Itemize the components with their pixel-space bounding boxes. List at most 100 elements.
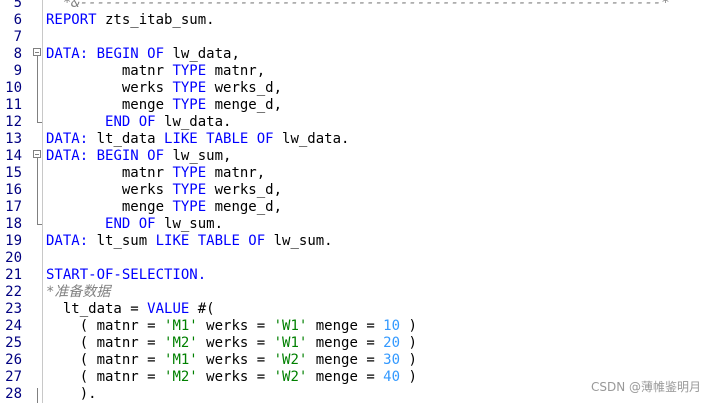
line-number: 14	[5, 148, 22, 164]
line-number: 11	[5, 97, 22, 113]
token-kw: TYPE	[172, 199, 207, 215]
code-editor[interactable]: 5 *&------------------------------------…	[0, 0, 711, 403]
code-line[interactable]: 23 lt_data = VALUE #(	[0, 301, 711, 318]
token-text: ( matnr =	[46, 352, 165, 368]
line-number: 28	[5, 386, 22, 402]
code-line[interactable]: 26 ( matnr = 'M1' werks = 'W2' menge = 3…	[0, 352, 711, 369]
watermark: CSDN @薄帷鉴明月	[590, 380, 701, 394]
token-text: werks =	[197, 318, 274, 334]
token-text: lw_sum.	[155, 216, 224, 232]
token-text: lw_sum,	[164, 148, 232, 164]
code-text: DATA: lt_sum LIKE TABLE OF lw_sum.	[46, 233, 333, 250]
line-number: 18	[5, 216, 22, 232]
line-number: 6	[13, 12, 22, 28]
code-text: END OF lw_sum.	[46, 216, 223, 233]
line-number: 22	[5, 284, 22, 300]
token-text: lw_data.	[273, 131, 350, 147]
token-num: 20	[383, 335, 401, 351]
code-text: ( matnr = 'M2' werks = 'W2' menge = 40 )	[46, 369, 417, 386]
line-number: 20	[5, 250, 22, 266]
token-text: menge =	[307, 369, 384, 385]
token-kw: DATA:	[46, 131, 89, 147]
token-str: 'M2'	[164, 335, 198, 351]
token-text: menge	[46, 199, 173, 215]
token-cmt: *&--------------------------------------…	[46, 0, 670, 11]
code-line[interactable]: 22 *准备数据	[0, 284, 711, 301]
token-text: lt_sum	[88, 233, 156, 249]
token-kw: BEGIN OF	[96, 46, 165, 62]
fold-toggle-icon[interactable]	[33, 150, 41, 158]
code-text: *准备数据	[46, 284, 110, 301]
code-line[interactable]: 9 matnr TYPE matnr,	[0, 63, 711, 80]
token-kw: TYPE	[172, 80, 207, 96]
code-text: ( matnr = 'M2' werks = 'W1' menge = 20 )	[46, 335, 417, 352]
line-number: 25	[5, 335, 22, 351]
token-kw: START-OF-SELECTION.	[46, 267, 207, 283]
code-text: DATA: lt_data LIKE TABLE OF lw_data.	[46, 131, 349, 148]
token-str: 'M2'	[164, 369, 198, 385]
fold-toggle-icon[interactable]	[33, 48, 41, 56]
code-text: werks TYPE werks_d,	[46, 80, 282, 97]
code-line[interactable]: 17 menge TYPE menge_d,	[0, 199, 711, 216]
fold-guide	[37, 388, 38, 403]
token-kw: LIKE TABLE OF	[155, 233, 266, 249]
token-text: ( matnr =	[46, 369, 165, 385]
code-line[interactable]: 7	[0, 29, 711, 46]
line-number: 7	[13, 29, 22, 45]
code-text: lt_data = VALUE #(	[46, 301, 215, 318]
token-kw: DATA:	[46, 233, 89, 249]
code-line[interactable]: 20	[0, 250, 711, 267]
token-text: )	[400, 318, 417, 334]
fold-guide	[37, 158, 38, 224]
code-text: matnr TYPE matnr,	[46, 165, 265, 182]
token-str: 'W2'	[273, 352, 308, 368]
token-text: )	[400, 335, 417, 351]
line-number: 17	[5, 199, 22, 215]
token-text: menge =	[307, 318, 384, 334]
token-str: 'M1'	[164, 318, 198, 334]
code-line[interactable]: 6 REPORT zts_itab_sum.	[0, 12, 711, 29]
code-line[interactable]: 11 menge TYPE menge_d,	[0, 97, 711, 114]
token-kw: TYPE	[172, 97, 207, 113]
code-text: REPORT zts_itab_sum.	[46, 12, 215, 29]
token-num: 10	[383, 318, 401, 334]
code-line[interactable]: 25 ( matnr = 'M2' werks = 'W1' menge = 2…	[0, 335, 711, 352]
code-line[interactable]: 13 DATA: lt_data LIKE TABLE OF lw_data.	[0, 131, 711, 148]
code-line[interactable]: 15 matnr TYPE matnr,	[0, 165, 711, 182]
token-text: menge =	[307, 352, 384, 368]
code-line[interactable]: 8 DATA: BEGIN OF lw_data,	[0, 46, 711, 63]
line-number: 10	[5, 80, 22, 96]
token-text: lw_sum.	[265, 233, 333, 249]
token-text: menge	[46, 97, 173, 113]
token-text: menge =	[307, 335, 384, 351]
code-text: matnr TYPE matnr,	[46, 63, 265, 80]
code-line[interactable]: 12 END OF lw_data.	[0, 114, 711, 131]
fold-guide	[37, 56, 38, 122]
code-text: DATA: BEGIN OF lw_sum,	[46, 148, 231, 165]
token-num: 30	[383, 352, 401, 368]
token-text: menge_d,	[206, 199, 283, 215]
code-line[interactable]: 18 END OF lw_sum.	[0, 216, 711, 233]
token-text: )	[400, 369, 417, 385]
line-number: 27	[5, 369, 22, 385]
code-line[interactable]: 16 werks TYPE werks_d,	[0, 182, 711, 199]
code-text: werks TYPE werks_d,	[46, 182, 282, 199]
code-line[interactable]: 10 werks TYPE werks_d,	[0, 80, 711, 97]
line-number: 12	[5, 114, 22, 130]
token-kw: TYPE	[172, 165, 207, 181]
code-line[interactable]: 5 *&------------------------------------…	[0, 0, 711, 12]
line-number: 5	[13, 0, 22, 11]
token-text: werks	[46, 80, 173, 96]
code-text: *&--------------------------------------…	[46, 0, 670, 12]
code-line[interactable]: 19 DATA: lt_sum LIKE TABLE OF lw_sum.	[0, 233, 711, 250]
code-line[interactable]: 14 DATA: BEGIN OF lw_sum,	[0, 148, 711, 165]
token-text: werks_d,	[206, 182, 283, 198]
code-line[interactable]: 24 ( matnr = 'M1' werks = 'W1' menge = 1…	[0, 318, 711, 335]
token-text: lw_data.	[155, 114, 232, 130]
code-line[interactable]: 21 START-OF-SELECTION.	[0, 267, 711, 284]
fold-end-marker	[37, 224, 42, 225]
token-text: werks =	[197, 352, 274, 368]
